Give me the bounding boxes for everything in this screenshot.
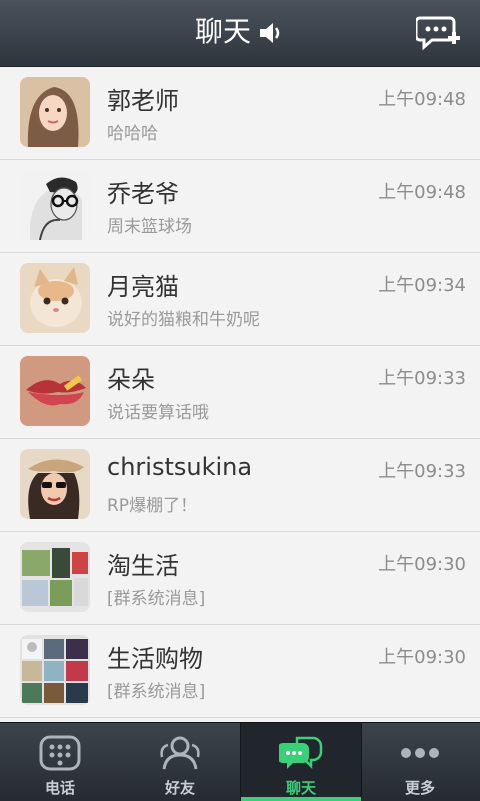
conversation-row[interactable]: 生活购物 上午09:30 [群系统消息] xyxy=(0,625,480,718)
page-title: 聊天 xyxy=(0,14,480,50)
contact-name: 月亮猫 xyxy=(107,273,179,301)
avatar xyxy=(20,449,90,519)
conversation-row[interactable]: christsukina 上午09:33 RP爆棚了！ xyxy=(0,439,480,532)
speaker-icon[interactable] xyxy=(257,19,285,47)
tab-chat[interactable]: 聊天 xyxy=(240,723,362,801)
new-chat-icon[interactable] xyxy=(416,14,460,50)
dialpad-icon xyxy=(39,735,81,771)
message-time: 上午09:33 xyxy=(378,368,466,389)
message-preview: RP爆棚了！ xyxy=(107,496,198,516)
conversation-row[interactable]: 朵朵 上午09:33 说话要算话哦 xyxy=(0,346,480,439)
message-time: 上午09:48 xyxy=(378,182,466,203)
tab-label: 好友 xyxy=(164,779,195,797)
message-time: 上午09:30 xyxy=(378,647,466,668)
top-bar: 聊天 xyxy=(0,0,480,67)
active-tab-indicator xyxy=(241,797,361,801)
tab-more[interactable]: 更多 xyxy=(360,723,480,801)
avatar xyxy=(20,356,90,426)
avatar xyxy=(20,77,90,147)
bottom-tab-bar: 电话 好友 聊天 更多 xyxy=(0,722,480,801)
tab-friends[interactable]: 好友 xyxy=(120,723,240,801)
avatar xyxy=(20,263,90,333)
contacts-icon xyxy=(160,736,200,770)
avatar xyxy=(20,542,90,612)
message-preview: [群系统消息] xyxy=(107,682,206,702)
conversation-row[interactable]: 郭老师 上午09:48 哈哈哈 xyxy=(0,67,480,160)
message-preview: 周末篮球场 xyxy=(107,217,192,237)
avatar xyxy=(20,170,90,240)
chat-icon xyxy=(279,736,323,770)
avatar xyxy=(20,635,90,705)
message-time: 上午09:30 xyxy=(378,554,466,575)
conversation-row[interactable]: 淘生活 上午09:30 [群系统消息] xyxy=(0,532,480,625)
conversation-row[interactable]: 乔老爷 上午09:48 周末篮球场 xyxy=(0,160,480,253)
contact-name: christsukina xyxy=(107,453,253,481)
more-icon xyxy=(401,748,439,758)
contact-name: 淘生活 xyxy=(107,552,179,580)
title-text: 聊天 xyxy=(194,15,251,48)
message-preview: 说好的猫粮和牛奶呢 xyxy=(107,310,260,330)
tab-phone[interactable]: 电话 xyxy=(0,723,120,801)
message-preview: 说话要算话哦 xyxy=(107,403,209,423)
message-preview: [群系统消息] xyxy=(107,589,206,609)
tab-label: 更多 xyxy=(404,779,435,797)
tab-label: 聊天 xyxy=(285,779,316,797)
contact-name: 朵朵 xyxy=(107,366,155,394)
contact-name: 生活购物 xyxy=(107,645,203,673)
message-time: 上午09:34 xyxy=(378,275,466,296)
contact-name: 乔老爷 xyxy=(107,180,179,208)
message-time: 上午09:48 xyxy=(378,89,466,110)
tab-label: 电话 xyxy=(44,779,75,797)
conversation-row[interactable]: 月亮猫 上午09:34 说好的猫粮和牛奶呢 xyxy=(0,253,480,346)
message-time: 上午09:33 xyxy=(378,461,466,482)
contact-name: 郭老师 xyxy=(107,87,179,115)
conversation-list[interactable]: 郭老师 上午09:48 哈哈哈 乔老爷 上午09:48 周末篮球场 月亮猫 上午… xyxy=(0,67,480,722)
message-preview: 哈哈哈 xyxy=(107,124,158,144)
